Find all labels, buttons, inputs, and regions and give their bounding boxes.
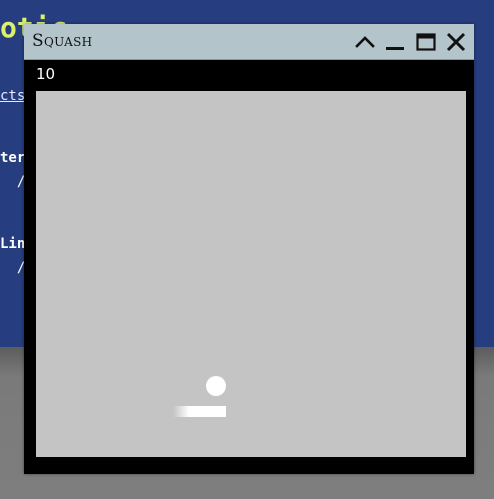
minimize-button[interactable] — [383, 30, 407, 54]
background-code-line: Lin — [0, 236, 26, 252]
background-code-line: / — [0, 174, 26, 190]
score-bar: 10 — [24, 60, 474, 90]
window-titlebar[interactable]: Squash — [24, 24, 474, 60]
background-code-line: ter — [0, 150, 26, 166]
background-code-line: / — [0, 260, 26, 276]
close-icon — [446, 32, 466, 52]
background-link-fragment: cts — [0, 88, 26, 104]
close-button[interactable] — [444, 30, 468, 54]
squash-window: Squash 10 — [24, 24, 474, 474]
maximize-button[interactable] — [414, 30, 438, 54]
ball — [206, 376, 226, 396]
minimize-icon — [386, 47, 404, 50]
game-court[interactable] — [36, 91, 466, 457]
paddle[interactable] — [173, 406, 226, 417]
chevron-up-icon — [355, 36, 375, 48]
maximize-icon — [416, 33, 436, 51]
window-title: Squash — [32, 31, 93, 51]
score-display: 10 — [36, 65, 56, 83]
rollup-button[interactable] — [353, 30, 377, 54]
